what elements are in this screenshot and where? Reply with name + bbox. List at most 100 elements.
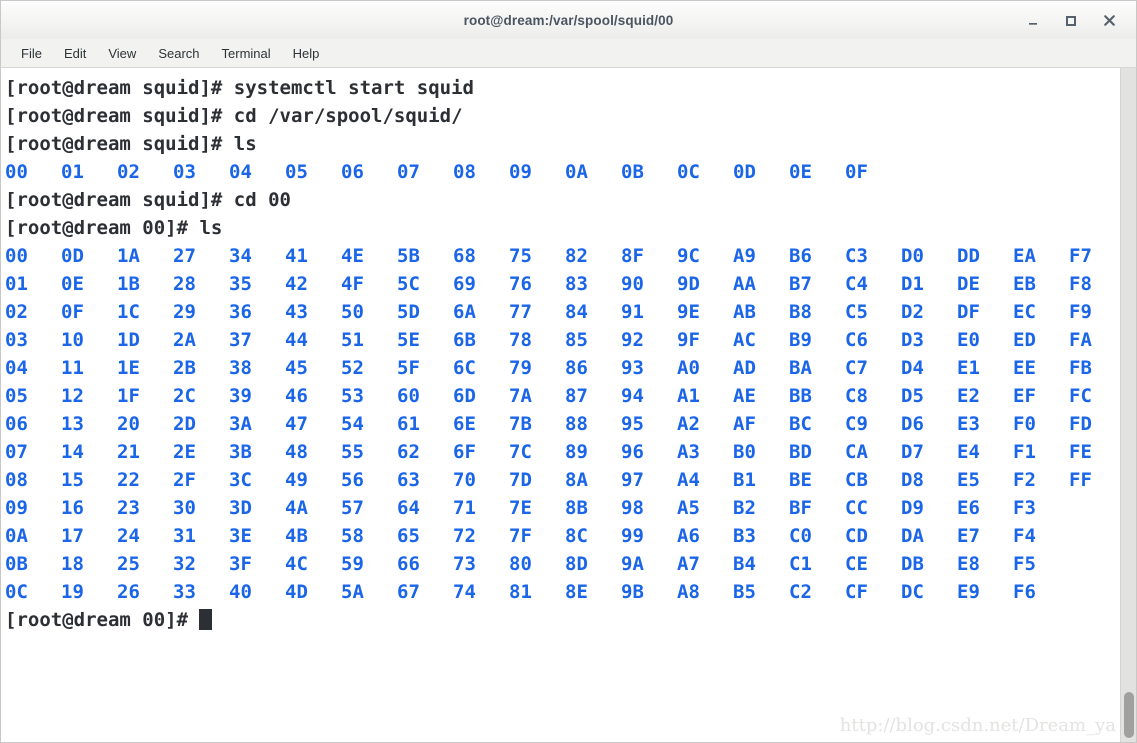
directory-entry: B9 (789, 329, 812, 351)
directory-entry: 02 (117, 161, 140, 183)
directory-entry: CE (845, 553, 868, 575)
minimize-button[interactable] (1024, 12, 1042, 30)
directory-entry: EC (1013, 301, 1036, 323)
directory-entry: 87 (565, 385, 588, 407)
directory-entry: 46 (285, 385, 308, 407)
directory-entry: 96 (621, 441, 644, 463)
terminal-output[interactable]: [root@dream squid]# systemctl start squi… (1, 68, 1120, 742)
directory-entry: 88 (565, 413, 588, 435)
terminal-line: [root@dream squid]# cd 00 (5, 189, 291, 211)
directory-entry: 91 (621, 301, 644, 323)
directory-entry: F1 (1013, 441, 1036, 463)
directory-entry: 01 (5, 273, 28, 295)
directory-entry: FE (1069, 441, 1092, 463)
directory-entry: 2B (173, 357, 196, 379)
menu-item-help[interactable]: Help (282, 43, 331, 64)
directory-entry: 85 (565, 329, 588, 351)
directory-entry: 68 (453, 245, 476, 267)
directory-entry: D5 (901, 385, 924, 407)
directory-entry: C0 (789, 525, 812, 547)
directory-entry: D6 (901, 413, 924, 435)
directory-entry: 47 (285, 413, 308, 435)
directory-entry: 94 (621, 385, 644, 407)
directory-entry: 56 (341, 469, 364, 491)
directory-entry: AB (733, 301, 756, 323)
directory-entry: 66 (397, 553, 420, 575)
directory-entry: E2 (957, 385, 980, 407)
directory-entry: 3F (229, 553, 252, 575)
terminal-scrollbar[interactable] (1120, 68, 1136, 742)
directory-entry: FB (1069, 357, 1092, 379)
directory-entry: E6 (957, 497, 980, 519)
directory-entry: EB (1013, 273, 1036, 295)
directory-entry: DB (901, 553, 924, 575)
directory-entry: 06 (5, 413, 28, 435)
directory-entry: B6 (789, 245, 812, 267)
ls-output-row: 09 16 23 30 3D 4A 57 64 71 7E 8B 98 A5 B2 BF CC D9 E6 F3 (5, 494, 1120, 522)
directory-entry: B5 (733, 581, 756, 603)
directory-entry: F7 (1069, 245, 1092, 267)
directory-entry: 7C (509, 441, 532, 463)
directory-entry: B1 (733, 469, 756, 491)
directory-entry: 65 (397, 525, 420, 547)
directory-entry: FF (1069, 469, 1092, 491)
directory-entry: 37 (229, 329, 252, 351)
directory-entry: D4 (901, 357, 924, 379)
directory-entry: B0 (733, 441, 756, 463)
directory-entry: 6E (453, 413, 476, 435)
ls-output-row: 00 01 02 03 04 05 06 07 08 09 0A 0B 0C 0D 0E 0F (5, 158, 1120, 186)
directory-entry: 8C (565, 525, 588, 547)
menu-item-search[interactable]: Search (147, 43, 210, 64)
directory-entry: 8A (565, 469, 588, 491)
directory-entry: 34 (229, 245, 252, 267)
directory-entry: 80 (509, 553, 532, 575)
directory-entry: 43 (285, 301, 308, 323)
directory-entry: AE (733, 385, 756, 407)
directory-entry: D7 (901, 441, 924, 463)
close-button[interactable] (1100, 12, 1118, 30)
directory-entry: F5 (1013, 553, 1036, 575)
directory-entry: 7D (509, 469, 532, 491)
directory-entry: 3E (229, 525, 252, 547)
window-titlebar[interactable]: root@dream:/var/spool/squid/00 (0, 0, 1137, 39)
directory-entry: 7F (509, 525, 532, 547)
directory-entry: B3 (733, 525, 756, 547)
directory-entry: 59 (341, 553, 364, 575)
directory-entry: B8 (789, 301, 812, 323)
ls-output-row: 05 12 1F 2C 39 46 53 60 6D 7A 87 94 A1 AE BB C8 D5 E2 EF FC (5, 382, 1120, 410)
directory-entry: F0 (1013, 413, 1036, 435)
menu-item-file[interactable]: File (10, 43, 53, 64)
directory-entry: E4 (957, 441, 980, 463)
directory-entry: D9 (901, 497, 924, 519)
directory-entry: 7E (509, 497, 532, 519)
directory-entry: 77 (509, 301, 532, 323)
menu-item-view[interactable]: View (97, 43, 147, 64)
directory-entry: 10 (61, 329, 84, 351)
directory-entry: A3 (677, 441, 700, 463)
directory-entry: 74 (453, 581, 476, 603)
scrollbar-thumb[interactable] (1124, 692, 1134, 738)
directory-entry: A7 (677, 553, 700, 575)
directory-entry: B2 (733, 497, 756, 519)
directory-entry: 1C (117, 301, 140, 323)
directory-entry: 08 (453, 161, 476, 183)
ls-output-row: 08 15 22 2F 3C 49 56 63 70 7D 8A 97 A4 B1 BE CB D8 E5 F2 FF (5, 466, 1120, 494)
terminal-body: [root@dream squid]# systemctl start squi… (0, 68, 1137, 743)
directory-entry: 95 (621, 413, 644, 435)
directory-entry: 04 (229, 161, 252, 183)
directory-entry: 09 (5, 497, 28, 519)
directory-entry: 8B (565, 497, 588, 519)
directory-entry: 50 (341, 301, 364, 323)
directory-entry: CD (845, 525, 868, 547)
directory-entry: BB (789, 385, 812, 407)
directory-entry: 2A (173, 329, 196, 351)
ls-output-row: 0B 18 25 32 3F 4C 59 66 73 80 8D 9A A7 B4 C1 CE DB E8 F5 (5, 550, 1120, 578)
directory-entry: 86 (565, 357, 588, 379)
directory-entry: 8D (565, 553, 588, 575)
menu-item-edit[interactable]: Edit (53, 43, 97, 64)
directory-entry: 99 (621, 525, 644, 547)
directory-entry: C2 (789, 581, 812, 603)
menu-item-terminal[interactable]: Terminal (211, 43, 282, 64)
maximize-button[interactable] (1062, 12, 1080, 30)
directory-entry: 76 (509, 273, 532, 295)
